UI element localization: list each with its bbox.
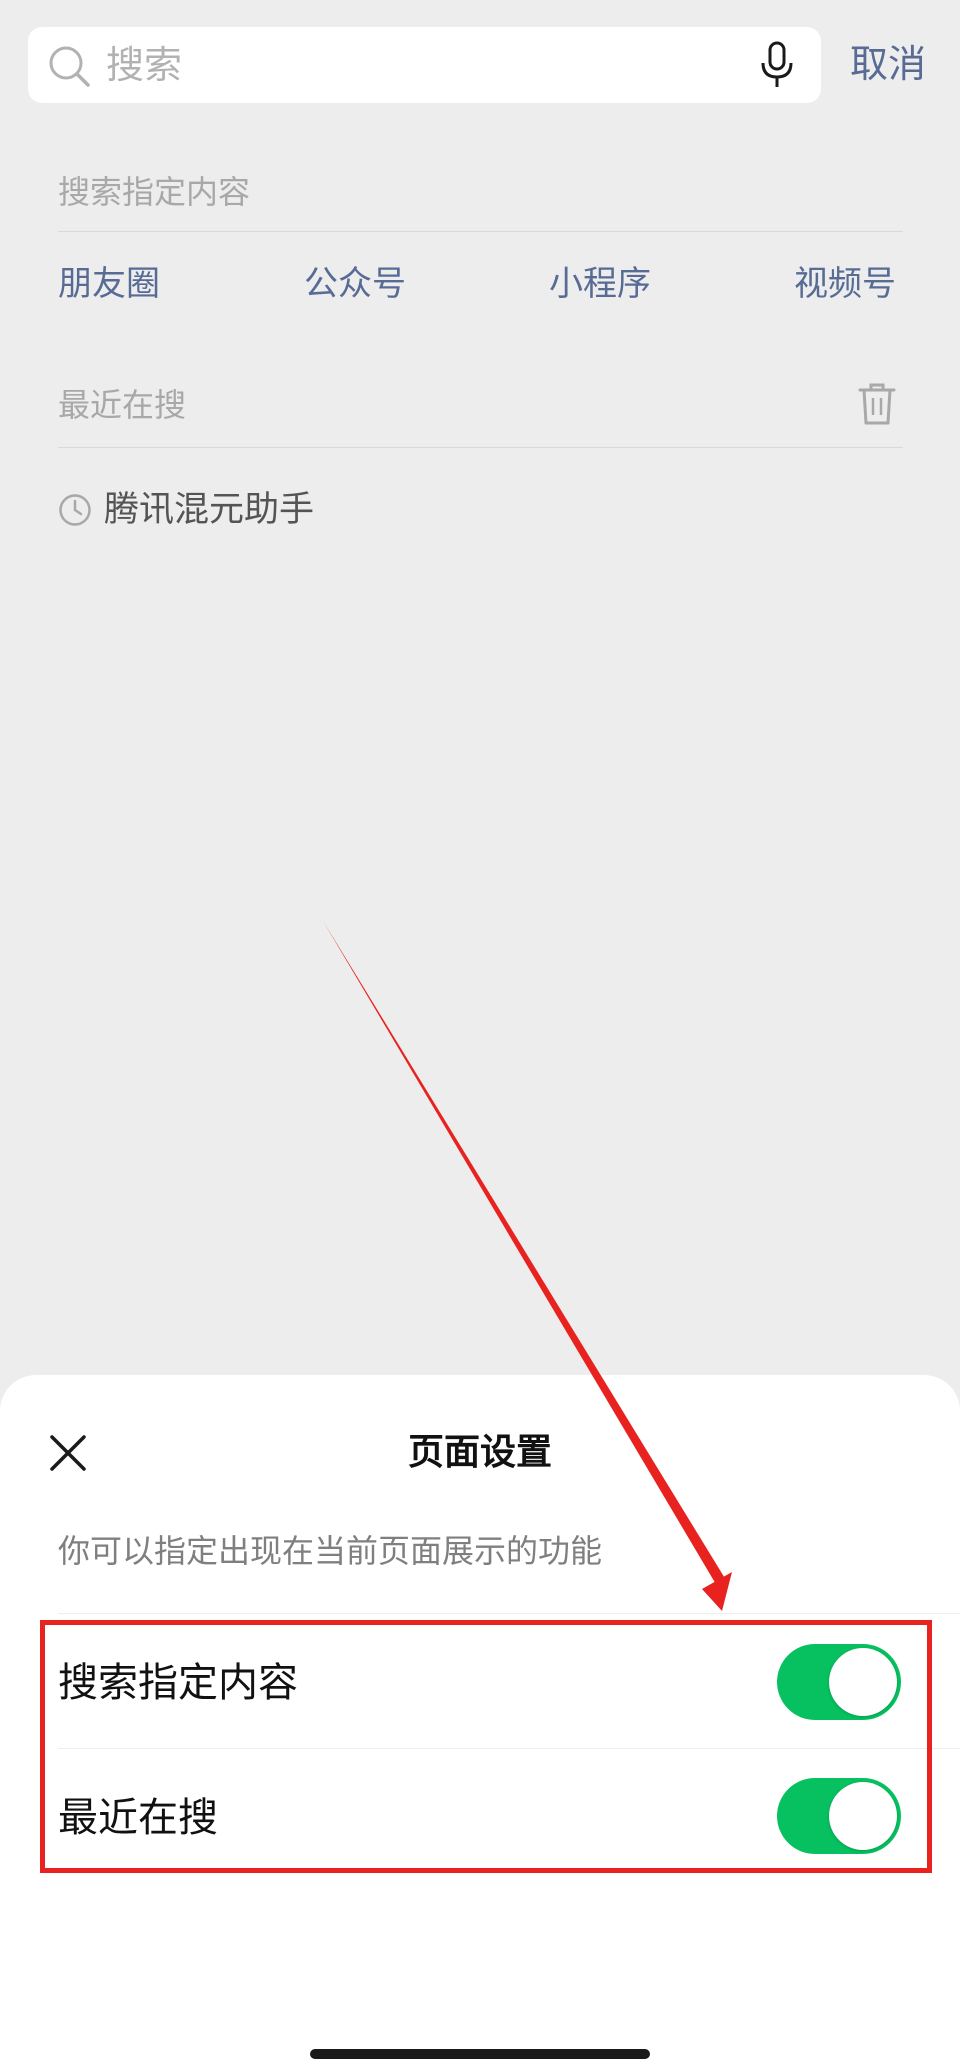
category-channels[interactable]: 视频号	[794, 260, 896, 308]
cancel-button[interactable]: 取消	[850, 38, 926, 90]
sheet-title: 页面设置	[407, 1432, 552, 1473]
sheet-description: 你可以指定出现在当前页面展示的功能	[58, 1532, 603, 1570]
clock-icon	[59, 494, 91, 526]
recent-searches-heading: 最近在搜	[58, 386, 187, 424]
search-input[interactable]: 搜索	[106, 39, 182, 91]
home-indicator	[310, 2049, 650, 2059]
divider	[58, 447, 903, 448]
divider	[58, 1613, 960, 1614]
divider	[58, 231, 903, 232]
category-moments[interactable]: 朋友圈	[58, 260, 160, 308]
specified-content-heading: 搜索指定内容	[58, 173, 251, 211]
annotation-highlight-box	[40, 1620, 932, 1873]
category-mini-programs[interactable]: 小程序	[549, 260, 651, 308]
category-official-accounts[interactable]: 公众号	[304, 260, 406, 308]
recent-search-item[interactable]: 腾讯混元助手	[58, 484, 314, 536]
trash-icon[interactable]	[858, 382, 896, 426]
microphone-icon[interactable]	[759, 41, 795, 89]
recent-search-label: 腾讯混元助手	[104, 490, 315, 530]
search-bar[interactable]: 搜索	[28, 27, 821, 103]
search-icon	[49, 46, 90, 87]
